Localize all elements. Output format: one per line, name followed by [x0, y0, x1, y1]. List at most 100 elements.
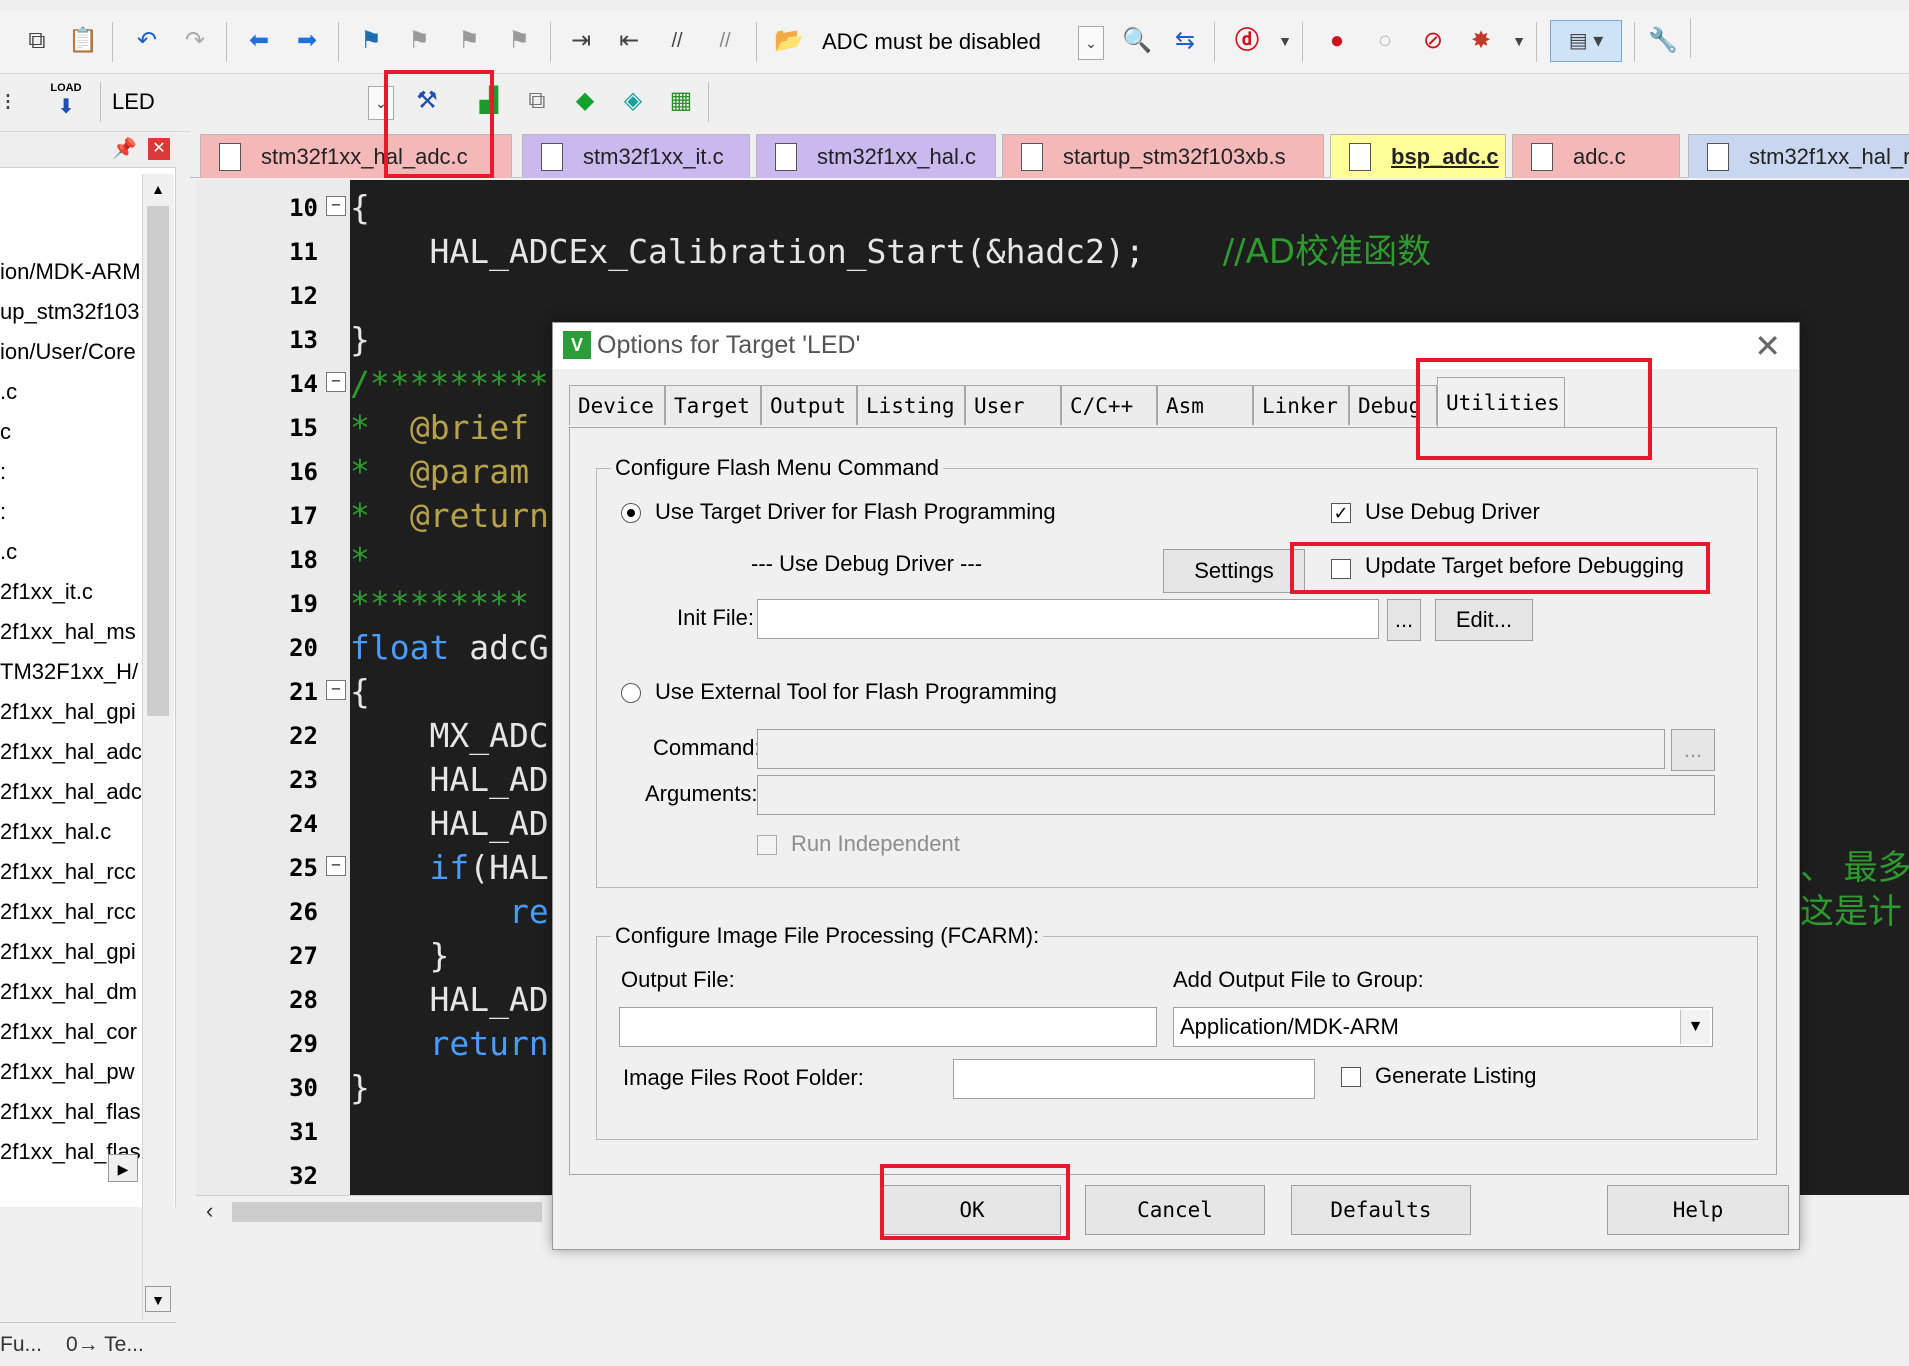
project-tree-item[interactable]: ion/MDK-ARM	[0, 252, 142, 292]
paste-icon[interactable]: 📋	[64, 22, 102, 60]
use-target-driver-radio[interactable]	[621, 503, 641, 523]
use-external-tool-radio[interactable]	[621, 683, 641, 703]
project-tree-item[interactable]: 2f1xx_hal_dm	[0, 972, 142, 1012]
scroll-up-icon[interactable]: ▲	[145, 176, 171, 202]
edit-button[interactable]: Edit...	[1435, 599, 1533, 641]
scroll-left-icon[interactable]: ‹	[206, 1198, 213, 1224]
project-tree-item[interactable]: up_stm32f103	[0, 292, 142, 332]
project-tree-item[interactable]: :	[0, 452, 142, 492]
select-packs-icon[interactable]: ⧉	[518, 82, 556, 120]
help-button[interactable]: Help	[1607, 1185, 1789, 1235]
options-for-target-icon[interactable]: ⚒	[408, 82, 446, 120]
project-tree-item[interactable]: c	[0, 412, 142, 452]
tab-stm32f1xx-hal-rcc[interactable]: stm32f1xx_hal_rcc.c	[1688, 134, 1909, 178]
pack-installer-icon[interactable]: ◈	[614, 82, 652, 120]
fold-icon[interactable]: −	[326, 856, 346, 876]
navigate-forward-icon[interactable]: ➡	[288, 22, 326, 60]
tab-utilities[interactable]: Utilities	[1437, 377, 1565, 427]
copy-icon[interactable]: ⧉	[18, 22, 56, 60]
scroll-right-icon[interactable]: ▶	[108, 1154, 138, 1182]
undo-icon[interactable]: ↶	[128, 22, 166, 60]
project-tree-item[interactable]: 2f1xx_hal_adc	[0, 732, 142, 772]
project-tree-item[interactable]: 2f1xx_hal_cor	[0, 1012, 142, 1052]
redo-icon[interactable]: ↷	[176, 22, 214, 60]
scroll-down-icon[interactable]: ▼	[145, 1286, 171, 1312]
insert-breakpoint-icon[interactable]: ●	[1318, 22, 1356, 60]
use-debug-driver-checkbox[interactable]: ✓	[1331, 503, 1351, 523]
init-file-browse-button[interactable]: ...	[1387, 599, 1421, 641]
clear-bookmarks-icon[interactable]: ⚑	[500, 22, 538, 60]
tab-linker[interactable]: Linker	[1253, 385, 1349, 425]
project-tree-item[interactable]: ion/User/Core	[0, 332, 142, 372]
browse-icon[interactable]: ⇆	[1166, 22, 1204, 60]
init-file-input[interactable]	[757, 599, 1379, 639]
fold-icon[interactable]: −	[326, 680, 346, 700]
cancel-button[interactable]: Cancel	[1085, 1185, 1265, 1235]
editor-horizontal-scrollbar[interactable]: ‹	[196, 1195, 550, 1227]
dialog-titlebar[interactable]: V Options for Target 'LED' ✕	[553, 323, 1799, 369]
select-target-combo[interactable]: LED	[112, 82, 382, 122]
project-tree-item[interactable]: 2f1xx_hal_gpi	[0, 932, 142, 972]
project-tree-item[interactable]: 2f1xx_hal_ms	[0, 612, 142, 652]
scroll-thumb[interactable]	[232, 1202, 542, 1222]
scroll-thumb[interactable]	[147, 206, 169, 716]
fold-icon[interactable]: −	[326, 196, 346, 216]
project-tree-item[interactable]: 2f1xx_hal_adc	[0, 772, 142, 812]
rebuild-icon[interactable]: ⁝	[0, 84, 16, 122]
project-tree-item[interactable]: 2f1xx_hal_pw	[0, 1052, 142, 1092]
project-tree-item[interactable]: :	[0, 492, 142, 532]
root-folder-input[interactable]	[953, 1059, 1315, 1099]
manage-run-time-icon[interactable]: ◆	[566, 82, 604, 120]
functions-tab[interactable]: Fu...	[0, 1333, 42, 1357]
incremental-find-icon[interactable]: 🔍	[1118, 22, 1156, 60]
find-in-files-icon[interactable]: 📂	[770, 22, 808, 60]
unindent-icon[interactable]: ⇤	[610, 22, 648, 60]
download-button[interactable]: LOAD ⬇	[44, 82, 88, 122]
breakpoints-dropdown-icon[interactable]: ▼	[1500, 22, 1538, 60]
uncomment-icon[interactable]: //	[706, 22, 744, 60]
pin-icon[interactable]: 📌	[112, 136, 137, 161]
prev-bookmark-icon[interactable]: ⚑	[400, 22, 438, 60]
tab-device[interactable]: Device	[569, 385, 665, 425]
generate-listing-checkbox[interactable]	[1341, 1067, 1361, 1087]
tab-debug[interactable]: Debug	[1349, 385, 1437, 425]
tab-user[interactable]: User	[965, 385, 1061, 425]
tab-bsp-adc[interactable]: bsp_adc.c	[1330, 134, 1506, 178]
debug-session-dropdown-icon[interactable]: ▼	[1266, 22, 1304, 60]
project-tree-item[interactable]: .c	[0, 532, 142, 572]
ok-button[interactable]: OK	[883, 1185, 1061, 1235]
manage-project-items-icon[interactable]: ▟	[470, 82, 508, 120]
debug-session-icon[interactable]: ⓓ	[1228, 22, 1266, 60]
comment-icon[interactable]: //	[658, 22, 696, 60]
select-target-dropdown[interactable]: ⌄	[368, 86, 394, 120]
output-group-select[interactable]: Application/MDK-ARM ▼	[1173, 1007, 1713, 1047]
output-file-input[interactable]	[619, 1007, 1157, 1047]
build-status-dropdown[interactable]: ⌄	[1078, 26, 1104, 60]
project-tree-item[interactable]: .c	[0, 372, 142, 412]
tab-asm[interactable]: Asm	[1157, 385, 1253, 425]
disable-breakpoints-icon[interactable]: ⊘	[1414, 22, 1452, 60]
project-tree-item[interactable]: 2f1xx_hal_rcc	[0, 892, 142, 932]
chevron-down-icon[interactable]: ▼	[1680, 1010, 1710, 1044]
enable-breakpoint-icon[interactable]: ○	[1366, 22, 1404, 60]
tab-stm32f1xx-hal[interactable]: stm32f1xx_hal.c	[756, 134, 996, 178]
next-bookmark-icon[interactable]: ⚑	[450, 22, 488, 60]
fold-icon[interactable]: −	[326, 372, 346, 392]
close-panel-icon[interactable]: ✕	[148, 138, 170, 160]
tab-listing[interactable]: Listing	[857, 385, 965, 425]
project-tree-item[interactable]: 2f1xx_hal.c	[0, 812, 142, 852]
project-tree-item[interactable]: 2f1xx_it.c	[0, 572, 142, 612]
tab-c-cpp[interactable]: C/C++	[1061, 385, 1157, 425]
defaults-button[interactable]: Defaults	[1291, 1185, 1471, 1235]
multi-project-icon[interactable]: ▦	[662, 82, 700, 120]
configure-icon[interactable]: 🔧	[1644, 22, 1682, 60]
tab-adc[interactable]: adc.c	[1512, 134, 1680, 178]
bookmark-icon[interactable]: ⚑	[352, 22, 390, 60]
project-tree-item[interactable]: TM32F1xx_H/	[0, 652, 142, 692]
tab-stm32f1xx-hal-adc[interactable]: stm32f1xx_hal_adc.c	[200, 134, 512, 178]
templates-tab[interactable]: 0→ Te...	[66, 1333, 144, 1357]
tab-startup-stm32f103xb[interactable]: startup_stm32f103xb.s	[1002, 134, 1324, 178]
project-tree-item[interactable]: 2f1xx_hal_flas	[0, 1092, 142, 1132]
tab-output[interactable]: Output	[761, 385, 857, 425]
window-layout-icon[interactable]: ▤ ▾	[1550, 20, 1622, 62]
